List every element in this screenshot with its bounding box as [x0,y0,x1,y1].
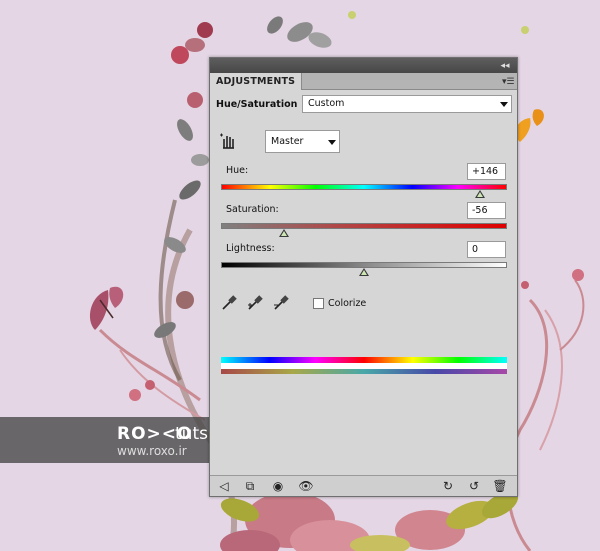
hue-value-field[interactable]: +146 [467,163,506,180]
colorize-checkbox[interactable] [313,298,324,309]
trash-icon[interactable]: 🗑 [492,478,508,494]
collapse-panel-icon[interactable]: ◂◂ [498,59,512,71]
adjustment-title: Hue/Saturation [216,99,298,110]
lightness-label: Lightness: [226,243,275,254]
previous-state-icon[interactable]: ↻ [440,478,456,494]
back-arrow-icon[interactable]: ◁ [216,478,232,494]
saturation-slider-track[interactable] [221,223,507,229]
panel-tab-row: ADJUSTMENTS ▾☰ [210,73,517,90]
targeted-adjustment-hand-icon[interactable] [218,131,238,151]
panel-titlebar[interactable]: ◂◂ [210,58,517,73]
chevron-down-icon [500,102,508,107]
watermark-tuts: tuts [175,424,208,444]
preset-value: Custom [308,98,345,109]
saturation-slider-thumb[interactable] [278,229,289,237]
adjustments-panel: ◂◂ ADJUSTMENTS ▾☰ Hue/Saturation Custom … [209,57,518,497]
toggle-layer-visibility-icon[interactable]: ◉ [270,478,286,494]
eye-icon[interactable]: 👁 [298,478,314,494]
tab-adjustments[interactable]: ADJUSTMENTS [210,73,303,90]
lightness-value-field[interactable]: 0 [467,241,506,258]
panel-bottom-toolbar: ◁ ⧉ ◉ 👁 ↻ ↺ 🗑 [210,475,517,496]
hue-label: Hue: [226,165,249,176]
eyedropper-subtract-icon[interactable] [272,294,290,312]
original-color-ramp [221,369,507,374]
chevron-down-icon [328,139,336,145]
channel-value: Master [271,136,304,147]
preset-dropdown[interactable]: Custom [302,95,512,113]
colorize-label: Colorize [328,298,367,309]
hue-slider-track[interactable] [221,184,507,190]
watermark-url: www.roxo.ir [117,444,187,458]
eyedropper-add-icon[interactable] [246,294,264,312]
panel-menu-icon[interactable]: ▾☰ [502,75,515,87]
eyedropper-icon[interactable] [220,294,238,312]
hue-slider-thumb[interactable] [474,190,485,198]
saturation-label: Saturation: [226,204,279,215]
clip-to-layer-icon[interactable]: ⧉ [242,478,258,494]
saturation-value-field[interactable]: -56 [467,202,506,219]
reset-icon[interactable]: ↺ [466,478,482,494]
lightness-slider-thumb[interactable] [359,268,369,276]
channel-dropdown[interactable]: Master [265,130,340,153]
